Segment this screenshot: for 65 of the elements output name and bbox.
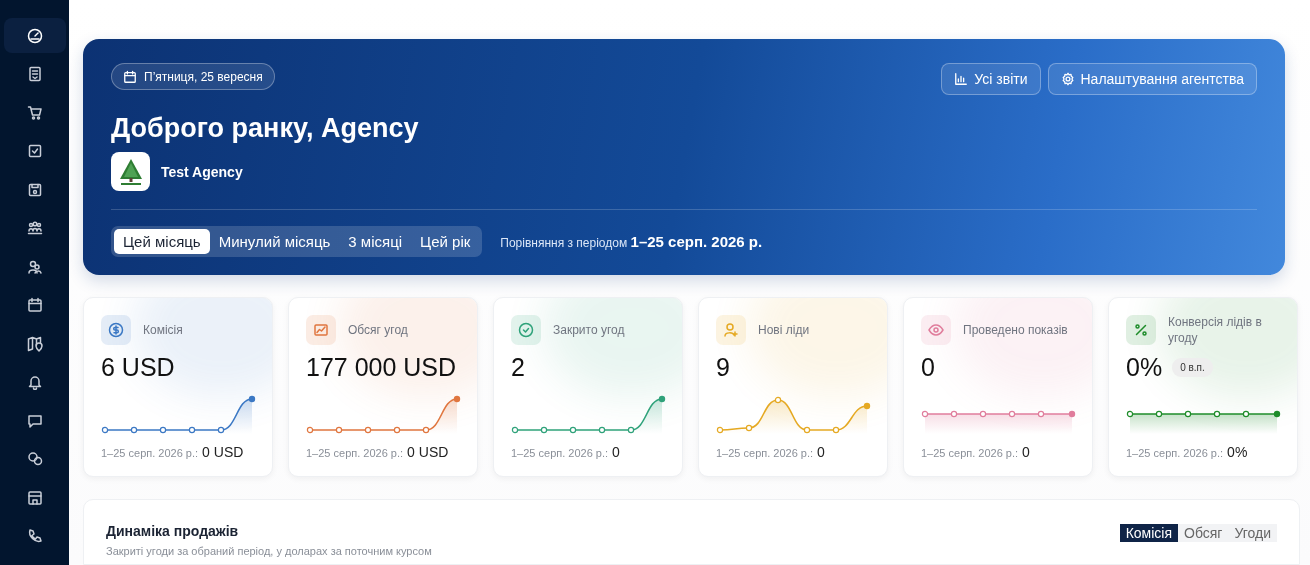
stat-value: 0 xyxy=(921,353,935,382)
stat-label: Закрито угод xyxy=(553,322,626,338)
panel-title: Динаміка продажів xyxy=(106,523,240,539)
greeting-title: Доброго ранку, Agency xyxy=(111,113,420,144)
bar-chart-icon xyxy=(954,72,969,86)
agency-name: Test Agency xyxy=(161,163,243,180)
stat-label: Комісія xyxy=(143,322,184,338)
gear-icon xyxy=(1060,72,1075,86)
change-badge: 0 в.п. xyxy=(1172,358,1213,377)
compare-label: 1–25 серп. 2026 р.: xyxy=(921,447,1019,459)
bell-icon xyxy=(26,374,43,390)
stat-value: 2 xyxy=(511,353,525,382)
chat-bubbles-icon xyxy=(26,451,43,467)
period-tab[interactable]: Минулий місяць xyxy=(209,229,340,254)
chart-tab[interactable]: Угоди xyxy=(1228,524,1277,542)
gauge-icon xyxy=(26,27,43,44)
calendar-icon xyxy=(123,69,137,84)
compare-label: 1–25 серп. 2026 р.: xyxy=(101,447,199,459)
cart-icon xyxy=(26,104,43,121)
document-icon xyxy=(26,66,43,82)
settings-button[interactable]: Налаштування агентства xyxy=(1047,63,1257,95)
stat-value: 0% xyxy=(1126,353,1163,382)
compare-value: 0 xyxy=(612,444,620,460)
compare-value: 0 xyxy=(1022,444,1030,460)
phone-icon xyxy=(26,528,43,544)
compare-value: 0 xyxy=(817,444,825,460)
chart-tab[interactable]: Комісія xyxy=(1119,524,1178,542)
calendar-icon xyxy=(26,297,43,313)
stat-label: Нові ліди xyxy=(758,322,811,338)
chat-icon xyxy=(26,412,43,429)
user-plus-icon xyxy=(723,322,739,338)
compare-value: 0 USD xyxy=(407,444,449,460)
compare-label: 1–25 серп. 2026 р.: xyxy=(511,447,609,459)
eye-icon xyxy=(928,322,944,338)
user-icon xyxy=(26,258,43,275)
reports-button[interactable]: Усі звіти xyxy=(941,63,1041,95)
percent-icon xyxy=(1133,322,1149,338)
compare-label: 1–25 серп. 2026 р.: xyxy=(1126,447,1224,459)
floppy-icon xyxy=(26,181,43,198)
compare-label: 1–25 серп. 2026 р.: xyxy=(306,447,404,459)
stat-value: 6 USD xyxy=(101,353,175,382)
agency-logo xyxy=(111,152,150,191)
checkbox-icon xyxy=(26,143,43,159)
period-tab[interactable]: 3 місяці xyxy=(339,229,412,254)
map-pin-icon xyxy=(26,335,43,352)
compare-label: 1–25 серп. 2026 р.: xyxy=(716,447,814,459)
stat-label: Конверсія лідів в угоду xyxy=(1168,314,1263,346)
compare-value: 0% xyxy=(1227,444,1248,460)
stat-value: 9 xyxy=(716,353,730,382)
line-chart-icon xyxy=(313,322,329,338)
store-icon xyxy=(26,489,43,506)
period-tab[interactable]: Цей рік xyxy=(411,229,480,254)
sidebar-item[interactable] xyxy=(3,18,66,53)
stat-value: 177 000 USD xyxy=(306,353,457,382)
compare-value: 0 USD xyxy=(202,444,244,460)
check-circle-icon xyxy=(518,322,534,338)
stat-label: Проведено показів xyxy=(963,322,1069,338)
team-icon xyxy=(26,220,43,236)
stat-label: Обсяг угод xyxy=(348,322,409,338)
period-tab[interactable]: Цей місяць xyxy=(114,229,210,254)
chart-tab[interactable]: Обсяг xyxy=(1178,524,1229,542)
dollar-icon xyxy=(108,322,124,338)
comparison-text: Порівняння з періодом 1–25 серп. 2026 р. xyxy=(500,233,763,250)
date-chip: П’ятниця, 25 вересня xyxy=(111,63,275,90)
panel-subtitle: Закриті угоди за обраний період, у доларах за поточним курсом xyxy=(106,545,432,557)
